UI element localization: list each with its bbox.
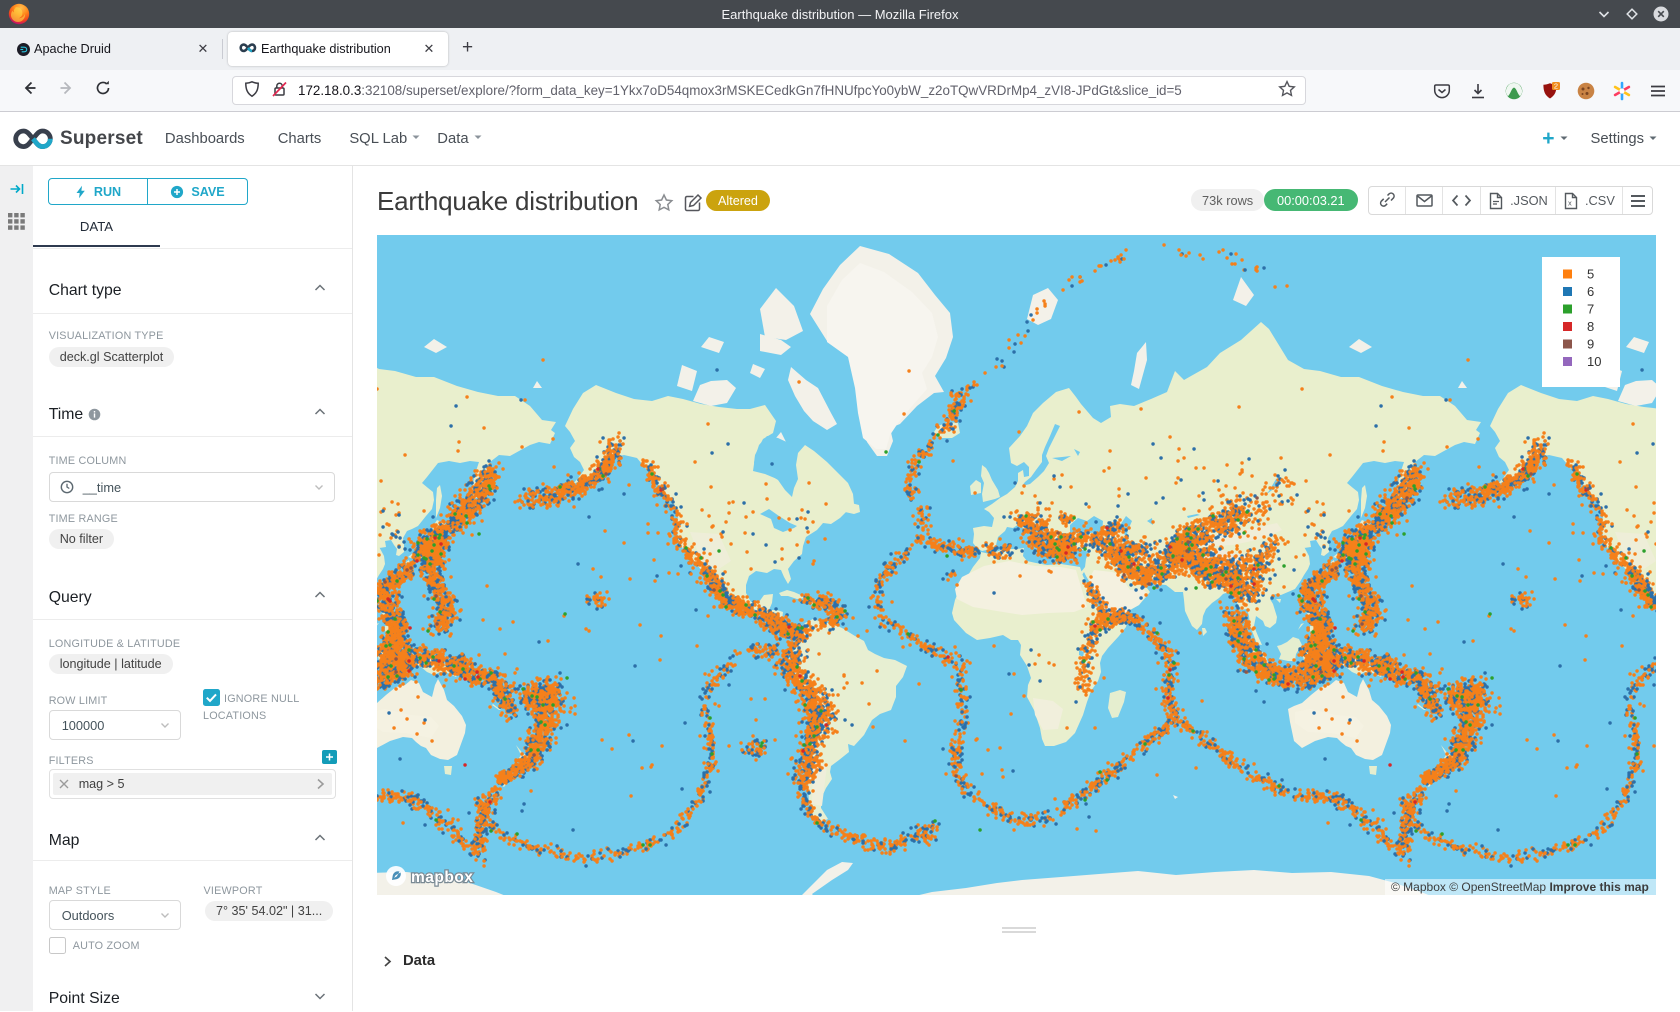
svg-text:6: 6 [1587,284,1594,299]
svg-text:x: x [1568,198,1572,207]
svg-text:© Mapbox © OpenStreetMap Impro: © Mapbox © OpenStreetMap Improve this ma… [1391,880,1649,894]
svg-text:8: 8 [1587,319,1594,334]
svg-text:9: 9 [1587,337,1594,352]
svg-text:mapbox: mapbox [411,869,473,886]
svg-text:10: 10 [1587,354,1601,369]
svg-text:5: 5 [1587,267,1594,282]
svg-text:7: 7 [1587,302,1594,317]
svg-text:2: 2 [1554,82,1558,91]
